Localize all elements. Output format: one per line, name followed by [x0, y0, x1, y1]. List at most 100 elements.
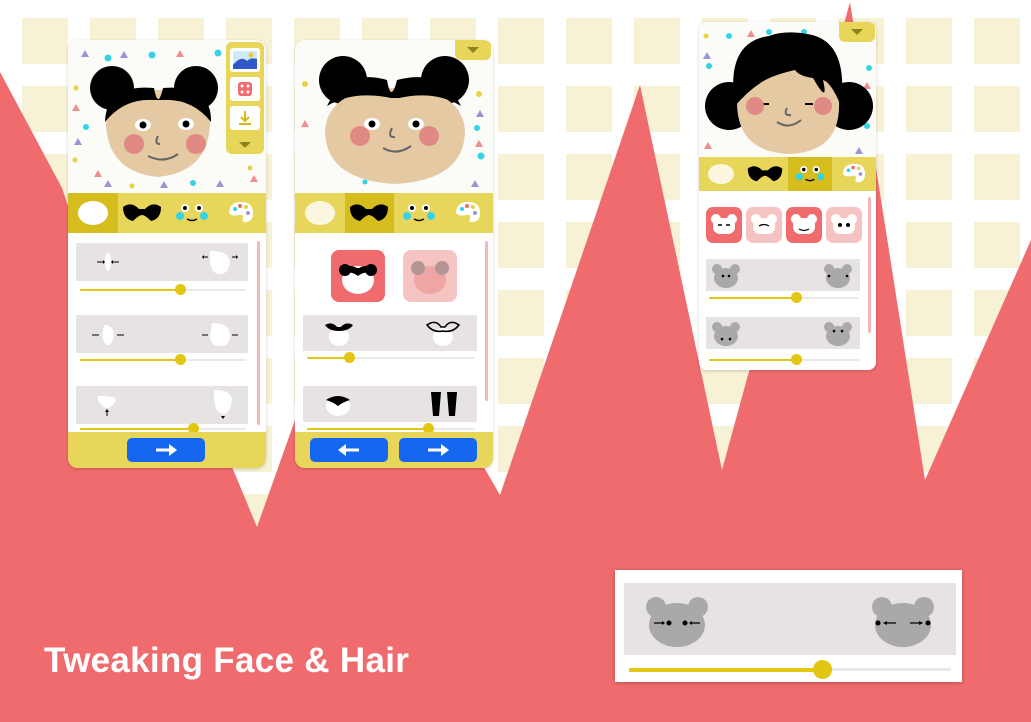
eye-height-slider[interactable]	[709, 354, 859, 366]
face-shape-editor-screen	[68, 40, 266, 468]
feature-option-eyes[interactable]	[706, 207, 742, 243]
screen-footer	[68, 432, 266, 468]
slider-knob[interactable]	[174, 354, 186, 365]
eye-spacing-slider[interactable]	[709, 292, 859, 304]
tab-face-shape[interactable]	[699, 157, 743, 191]
feature-option-eyes-closed[interactable]	[746, 207, 782, 243]
options-scrollbar[interactable]	[868, 197, 871, 333]
close-eyes-bear-icon	[712, 264, 740, 288]
options-scrollbar[interactable]	[485, 241, 488, 401]
hair-icon	[350, 204, 389, 221]
eye-spacing-row	[706, 259, 860, 291]
wide-jaw-icon	[202, 323, 238, 346]
tab-hair[interactable]	[344, 193, 394, 233]
chevron-down-icon	[239, 142, 251, 148]
low-volume-icon	[326, 396, 350, 416]
slider-fill	[80, 359, 180, 361]
hair-style-buns[interactable]	[331, 250, 385, 302]
tab-face-shape[interactable]	[295, 193, 345, 233]
hair-options	[295, 233, 493, 434]
download-button[interactable]	[230, 106, 260, 130]
arrow-left-icon	[338, 444, 359, 456]
wide-eyes-bear-icon	[872, 597, 934, 647]
hair-volume-row	[303, 386, 477, 422]
eye-spacing-row	[624, 583, 956, 655]
menu-toggle-button[interactable]	[839, 22, 875, 42]
slider-fill	[80, 428, 193, 430]
tool-palette	[226, 42, 264, 154]
background-icon	[233, 51, 257, 69]
options-scrollbar[interactable]	[257, 241, 260, 425]
slider-knob[interactable]	[791, 292, 802, 303]
chin-length-row	[76, 386, 248, 424]
screen-footer	[295, 432, 493, 468]
buns-style-icon	[339, 264, 377, 294]
high-volume-icon	[431, 392, 457, 416]
tab-features[interactable]	[167, 193, 217, 233]
tab-palette[interactable]	[217, 193, 267, 233]
slider-knob[interactable]	[813, 660, 833, 679]
page-caption: Tweaking Face & Hair	[44, 641, 410, 680]
features-icon	[402, 204, 435, 222]
next-button[interactable]	[399, 438, 477, 462]
feature-option-blank-eyes[interactable]	[826, 207, 862, 243]
avatar-preview	[295, 40, 493, 193]
long-chin-icon	[214, 390, 232, 419]
eyes-option-icon	[711, 214, 737, 234]
tab-palette[interactable]	[444, 193, 494, 233]
wide-face-icon	[202, 251, 238, 274]
face-shape-options	[68, 233, 266, 434]
tab-face-shape[interactable]	[68, 193, 118, 233]
tab-features[interactable]	[394, 193, 444, 233]
slider-knob[interactable]	[344, 352, 355, 363]
background-button[interactable]	[230, 48, 260, 72]
face-shape-icon	[708, 164, 735, 184]
dice-icon	[238, 82, 252, 96]
jaw-width-slider[interactable]	[80, 354, 246, 366]
low-eyes-bear-icon	[712, 322, 740, 346]
face-width-row	[76, 243, 248, 281]
face-shape-icon	[304, 201, 335, 225]
next-button[interactable]	[127, 438, 205, 462]
blank-eyes-option-icon	[831, 214, 857, 234]
palette-icon	[842, 163, 865, 183]
face-width-slider[interactable]	[80, 284, 246, 296]
narrow-face-icon	[97, 253, 119, 271]
slider-knob[interactable]	[791, 354, 802, 365]
category-tabs	[295, 193, 493, 233]
eye-spacing-slider-zoomed[interactable]	[629, 660, 951, 680]
arrow-right-icon	[428, 444, 449, 456]
features-icon	[175, 204, 208, 222]
slider-knob[interactable]	[174, 284, 186, 295]
download-icon	[239, 111, 251, 125]
hair-editor-screen	[295, 40, 493, 468]
face-shape-icon	[77, 201, 108, 225]
tab-palette[interactable]	[832, 157, 876, 191]
random-button[interactable]	[230, 77, 260, 101]
eyes-closed-option-icon	[751, 214, 777, 234]
feature-option-mouth[interactable]	[786, 207, 822, 243]
tab-features[interactable]	[787, 157, 832, 191]
menu-toggle-button[interactable]	[455, 40, 491, 60]
back-button[interactable]	[310, 438, 388, 462]
category-tabs	[68, 193, 266, 233]
hair-style-ears[interactable]	[403, 250, 457, 302]
small-buns-icon	[325, 323, 353, 346]
slider-fill	[709, 297, 796, 299]
features-icon	[795, 166, 824, 182]
hair-icon	[748, 166, 783, 182]
eye-height-row	[706, 317, 860, 349]
tab-hair[interactable]	[118, 193, 168, 233]
short-chin-icon	[98, 396, 116, 416]
palette-icon	[229, 202, 254, 222]
ears-style-icon	[411, 261, 449, 294]
arrow-right-icon	[156, 444, 177, 456]
slider-fill	[629, 668, 823, 672]
mouth-option-icon	[791, 214, 817, 234]
tab-hair[interactable]	[743, 157, 787, 191]
avatar-preview	[699, 22, 876, 157]
collapse-toolbar-button[interactable]	[234, 138, 256, 150]
hair-icon	[123, 204, 162, 221]
chevron-down-icon	[851, 29, 863, 35]
bun-size-slider[interactable]	[307, 352, 475, 364]
